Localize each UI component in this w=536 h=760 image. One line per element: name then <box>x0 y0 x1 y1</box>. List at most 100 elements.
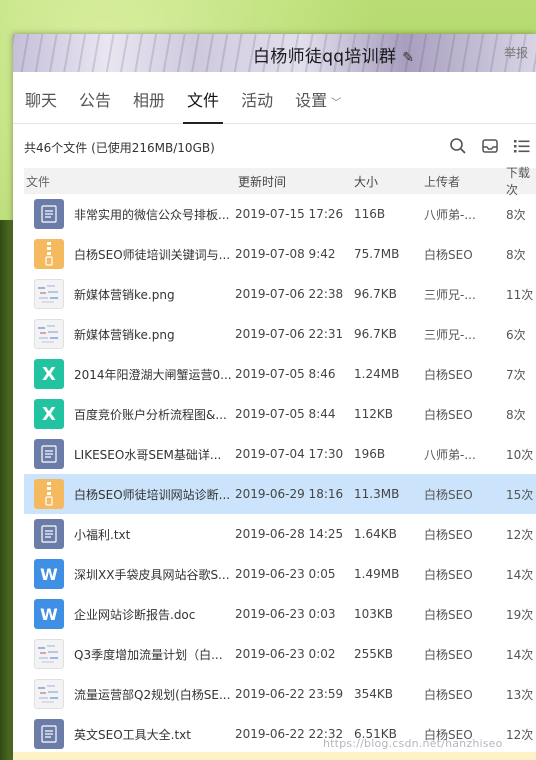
file-size: 1.24MB <box>354 367 400 381</box>
image-file-icon <box>34 319 64 349</box>
header-size[interactable]: 大小 <box>354 173 424 190</box>
file-size: 103KB <box>354 607 394 621</box>
chevron-down-icon: ﹀ <box>331 98 342 109</box>
table-row[interactable]: 非常实用的微信公众号排板... 2019-07-15 17:26 116B 八师弟-.… <box>24 194 536 234</box>
tab-bar: 聊天 公告 相册 文件 活动 设置 ﹀ <box>13 72 536 124</box>
xmind-file-icon: X <box>34 359 64 389</box>
bottom-notice-bar <box>13 752 536 760</box>
file-name[interactable]: 新媒体营销ke.png <box>74 326 235 343</box>
file-name[interactable]: 英文SEO工具大全.txt <box>74 726 235 743</box>
table-row[interactable]: 新媒体营销ke.png 2019-07-06 22:38 96.7KB 三师兄-...… <box>24 274 536 314</box>
tab-chat[interactable]: 聊天 <box>25 87 57 123</box>
table-row[interactable]: W 企业网站诊断报告.doc 2019-06-23 0:03 103KB 白杨SEO 19… <box>24 594 536 634</box>
tab-settings[interactable]: 设置 ﹀ <box>295 87 341 123</box>
file-name[interactable]: 白杨SEO师徒培训网站诊断... <box>74 486 235 503</box>
file-name[interactable]: 百度竞价账户分析流程图&... <box>74 406 235 423</box>
file-downloads: 11次 <box>506 287 534 302</box>
file-size: 96.7KB <box>354 287 397 301</box>
header-time[interactable]: 更新时间 <box>235 173 354 190</box>
tab-activity[interactable]: 活动 <box>241 87 273 123</box>
tab-album[interactable]: 相册 <box>133 87 165 123</box>
file-time: 2019-07-05 8:46 <box>235 367 336 381</box>
zip-file-icon <box>34 239 64 269</box>
group-banner: 白杨师徒qq培训群 ✎ 举报 <box>13 34 536 72</box>
file-size: 75.7MB <box>354 247 400 261</box>
file-uploader: 白杨SEO <box>424 487 473 502</box>
table-row[interactable]: 流量运营部Q2规划(白杨SE... 2019-06-22 23:59 354KB 白杨… <box>24 674 536 714</box>
text-file-icon <box>34 199 64 229</box>
header-name[interactable]: 文件 <box>24 173 74 190</box>
file-downloads: 12次 <box>506 527 534 542</box>
file-downloads: 8次 <box>506 207 526 222</box>
table-row[interactable]: 白杨SEO师徒培训网站诊断... 2019-06-29 18:16 11.3MB 白杨… <box>24 474 536 514</box>
zip-file-icon <box>34 479 64 509</box>
file-downloads: 7次 <box>506 367 526 382</box>
image-file-icon <box>34 639 64 669</box>
file-size: 1.64KB <box>354 527 397 541</box>
file-downloads: 14次 <box>506 647 534 662</box>
table-row[interactable]: 白杨SEO师徒培训关键词与... 2019-07-08 9:42 75.7MB 白杨S… <box>24 234 536 274</box>
file-time: 2019-07-08 9:42 <box>235 247 336 261</box>
file-uploader: 白杨SEO <box>424 607 473 622</box>
file-size: 255KB <box>354 647 394 661</box>
file-name[interactable]: LIKESEO水哥SEM基础详... <box>74 446 235 463</box>
report-link[interactable]: 举报 <box>504 44 528 61</box>
file-time: 2019-06-23 0:02 <box>235 647 336 661</box>
file-size: 112KB <box>354 407 394 421</box>
file-time: 2019-06-23 0:05 <box>235 567 336 581</box>
header-downloads[interactable]: 下载次 <box>506 164 536 198</box>
table-row[interactable]: 新媒体营销ke.png 2019-07-06 22:31 96.7KB 三师兄-...… <box>24 314 536 354</box>
file-name[interactable]: 非常实用的微信公众号排板... <box>74 206 235 223</box>
image-file-icon <box>34 679 64 709</box>
header-uploader[interactable]: 上传者 <box>424 173 506 190</box>
file-name[interactable]: Q3季度增加流量计划（白... <box>74 646 235 663</box>
xmind-file-icon: X <box>34 399 64 429</box>
file-name[interactable]: 白杨SEO师徒培训关键词与... <box>74 246 235 263</box>
file-name[interactable]: 新媒体营销ke.png <box>74 286 235 303</box>
file-downloads: 12次 <box>506 727 534 742</box>
file-size: 11.3MB <box>354 487 400 501</box>
file-summary: 共46个文件 (已使用216MB/10GB) <box>24 141 215 155</box>
search-icon[interactable] <box>448 136 468 156</box>
file-name[interactable]: 2014年阳澄湖大闸蟹运营0... <box>74 366 235 383</box>
file-time: 2019-07-15 17:26 <box>235 207 344 221</box>
image-file-icon <box>34 279 64 309</box>
file-uploader: 白杨SEO <box>424 527 473 542</box>
edit-icon[interactable]: ✎ <box>402 50 414 66</box>
file-size: 96.7KB <box>354 327 397 341</box>
tab-settings-label: 设置 <box>295 91 328 110</box>
file-size: 196B <box>354 447 386 461</box>
file-downloads: 8次 <box>506 247 526 262</box>
text-file-icon <box>34 719 64 749</box>
file-downloads: 13次 <box>506 687 534 702</box>
table-row[interactable]: Q3季度增加流量计划（白... 2019-06-23 0:02 255KB 白杨SEO… <box>24 634 536 674</box>
file-name[interactable]: 企业网站诊断报告.doc <box>74 606 235 623</box>
table-row[interactable]: 小福利.txt 2019-06-28 14:25 1.64KB 白杨SEO 12次 <box>24 514 536 554</box>
watermark: https://blog.csdn.net/hanzhiseo <box>323 737 503 750</box>
file-time: 2019-06-22 23:59 <box>235 687 344 701</box>
file-uploader: 白杨SEO <box>424 407 473 422</box>
file-uploader: 白杨SEO <box>424 647 473 662</box>
file-uploader: 八师弟-... <box>424 207 476 222</box>
file-name[interactable]: 流量运营部Q2规划(白杨SE... <box>74 686 235 703</box>
file-uploader: 白杨SEO <box>424 367 473 382</box>
tab-files[interactable]: 文件 <box>183 87 224 124</box>
file-name[interactable]: 深圳XX手袋皮具网站谷歌S... <box>74 566 235 583</box>
file-time: 2019-07-06 22:31 <box>235 327 344 341</box>
file-downloads: 15次 <box>506 487 534 502</box>
list-view-icon[interactable] <box>512 136 532 156</box>
table-row[interactable]: W 深圳XX手袋皮具网站谷歌S... 2019-06-23 0:05 1.49MB 白杨… <box>24 554 536 594</box>
inbox-icon[interactable] <box>480 136 500 156</box>
table-row[interactable]: X 百度竞价账户分析流程图&... 2019-07-05 8:44 112KB 白杨SE… <box>24 394 536 434</box>
group-title-text: 白杨师徒qq培训群 <box>253 47 397 67</box>
table-row[interactable]: LIKESEO水哥SEM基础详... 2019-07-04 17:30 196B 八师… <box>24 434 536 474</box>
file-downloads: 14次 <box>506 567 534 582</box>
file-time: 2019-06-28 14:25 <box>235 527 344 541</box>
tab-notice[interactable]: 公告 <box>79 87 111 123</box>
table-row[interactable]: X 2014年阳澄湖大闸蟹运营0... 2019-07-05 8:46 1.24MB 白… <box>24 354 536 394</box>
file-size: 116B <box>354 207 386 221</box>
file-name[interactable]: 小福利.txt <box>74 526 235 543</box>
file-downloads: 19次 <box>506 607 534 622</box>
tree-trunk <box>0 220 14 760</box>
file-list: 非常实用的微信公众号排板... 2019-07-15 17:26 116B 八师弟-.… <box>24 194 536 754</box>
